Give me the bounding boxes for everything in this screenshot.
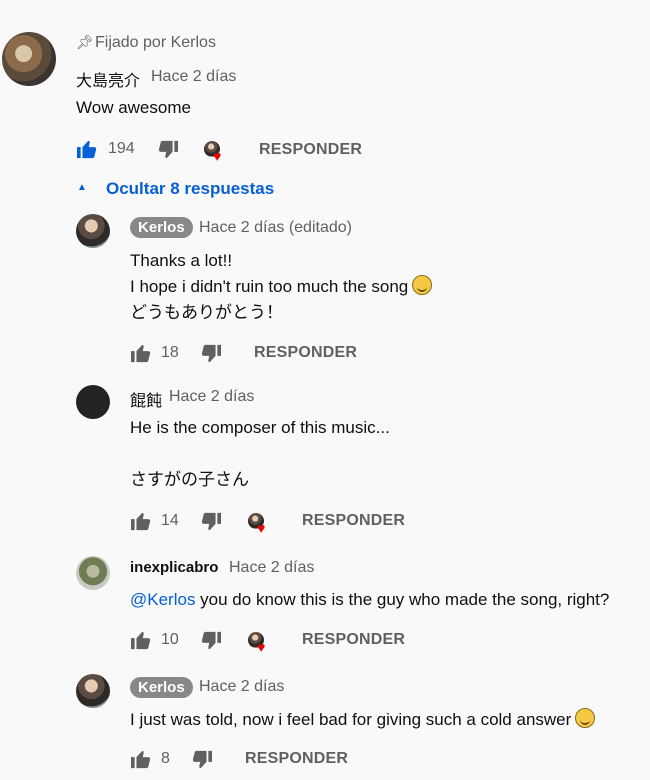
like-count: 8 xyxy=(161,750,170,767)
avatar[interactable] xyxy=(2,32,56,86)
channel-owner-badge[interactable]: Kerlos xyxy=(130,217,193,238)
comment-time[interactable]: Hace 2 días xyxy=(199,678,284,696)
reply-button[interactable]: RESPONDER xyxy=(259,141,362,159)
like-count: 10 xyxy=(161,631,179,648)
dislike-icon[interactable] xyxy=(157,140,179,160)
grinning-sweat-emoji xyxy=(575,708,596,728)
comment-text: @Kerlos you do know this is the guy who … xyxy=(130,590,610,609)
reply-button[interactable]: RESPONDER xyxy=(254,344,357,362)
mention-link[interactable]: @Kerlos xyxy=(130,590,195,609)
comment-time[interactable]: Hace 2 días xyxy=(169,388,254,406)
dislike-icon[interactable] xyxy=(200,344,222,364)
dislike-icon[interactable] xyxy=(191,750,213,770)
like-icon[interactable] xyxy=(130,343,152,363)
comment-text-line: さすがの子さん xyxy=(130,470,249,489)
reply-button[interactable]: RESPONDER xyxy=(302,631,405,649)
comment-text: Thanks a lot!! I hope i didn't ruin too … xyxy=(130,248,433,326)
comment-author[interactable]: inexplicabro xyxy=(130,559,218,576)
grinning-sweat-emoji xyxy=(412,275,433,295)
avatar[interactable] xyxy=(76,385,110,419)
dislike-icon[interactable] xyxy=(200,512,222,532)
comment-time[interactable]: Hace 2 días xyxy=(229,559,314,577)
comment-time[interactable]: Hace 2 días xyxy=(151,68,236,86)
creator-heart-icon: ♥ xyxy=(204,141,226,163)
pinned-label: Fijado por Kerlos xyxy=(95,34,216,51)
like-count: 14 xyxy=(161,512,179,529)
avatar[interactable] xyxy=(76,214,110,248)
avatar[interactable] xyxy=(76,556,110,590)
comment-text: He is the composer of this music... xyxy=(130,418,390,437)
comment-text: Wow awesome xyxy=(76,98,191,117)
creator-heart-icon: ♥ xyxy=(248,632,270,654)
like-icon[interactable] xyxy=(130,511,152,531)
like-count: 18 xyxy=(161,344,179,361)
channel-owner-badge[interactable]: Kerlos xyxy=(130,677,193,698)
like-icon[interactable] xyxy=(76,139,98,159)
dislike-icon[interactable] xyxy=(200,631,222,651)
reply-button[interactable]: RESPONDER xyxy=(302,512,405,530)
pin-icon: 📌︎ xyxy=(76,34,94,50)
comment-author[interactable]: 大島亮介 xyxy=(76,67,140,91)
chevron-up-icon[interactable]: ▲ xyxy=(77,182,87,193)
comment-time[interactable]: Hace 2 días (editado) xyxy=(199,219,352,237)
reply-button[interactable]: RESPONDER xyxy=(245,750,348,768)
comment-author[interactable]: 餛飩 xyxy=(130,387,162,411)
hide-replies-button[interactable]: Ocultar 8 respuestas xyxy=(106,179,274,199)
creator-heart-icon: ♥ xyxy=(248,513,270,535)
like-icon[interactable] xyxy=(130,749,152,769)
like-count: 194 xyxy=(108,140,135,157)
comment-text: I just was told, now i feel bad for givi… xyxy=(130,707,596,733)
avatar[interactable] xyxy=(76,674,110,708)
like-icon[interactable] xyxy=(130,630,152,650)
